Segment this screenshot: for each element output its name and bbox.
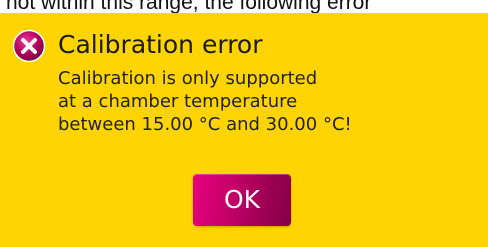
message-line-1: Calibration is only supported xyxy=(58,68,318,89)
message-line-3: between 15.00 °C and 30.00 °C! xyxy=(58,114,352,135)
ok-button[interactable]: OK xyxy=(193,174,291,226)
page: not within this range, the following err… xyxy=(0,0,488,247)
error-message: Calibration is only supported at a chamb… xyxy=(58,67,352,136)
dialog-title: Calibration error xyxy=(58,30,263,59)
error-icon xyxy=(12,29,46,63)
calibration-error-dialog: Calibration error Calibration is only su… xyxy=(0,13,488,247)
message-line-2: at a chamber temperature xyxy=(58,91,298,112)
